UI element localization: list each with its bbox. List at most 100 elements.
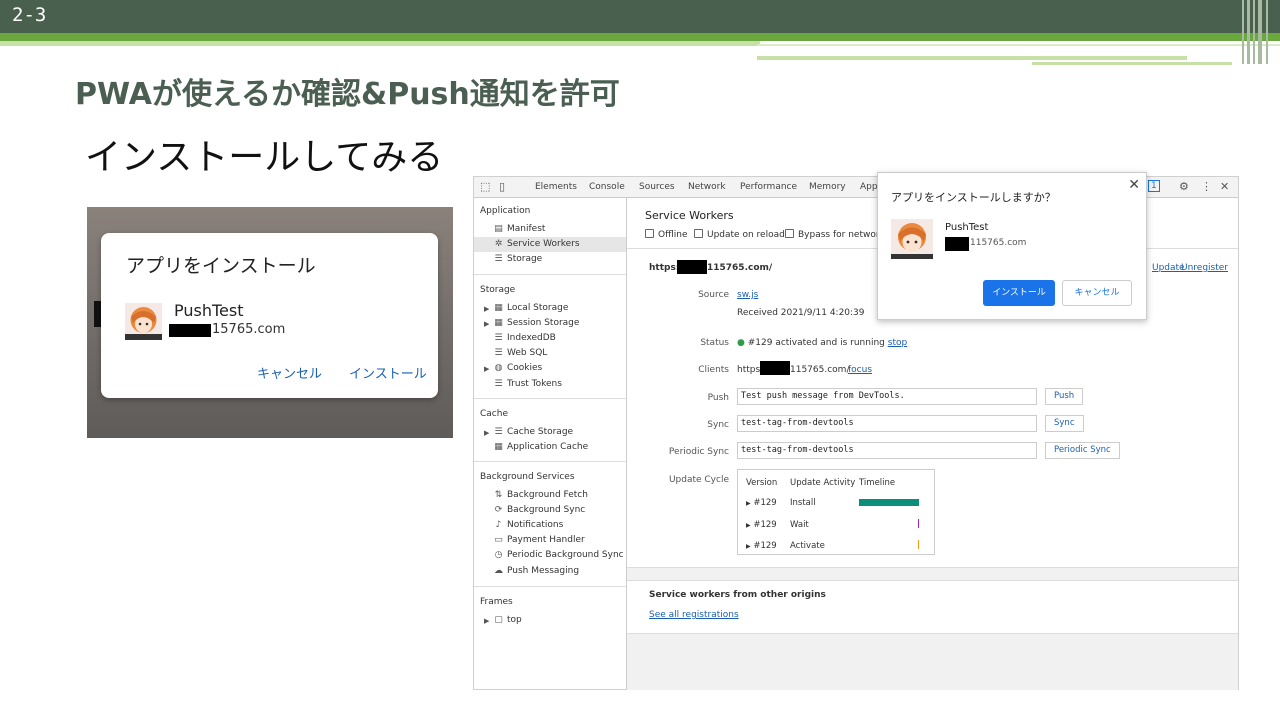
cloud-icon: ☁	[494, 566, 503, 576]
sync-label: Sync	[707, 420, 729, 430]
push-button[interactable]: Push	[1045, 388, 1084, 405]
sidebar-item-trust-tokens[interactable]: ☰ Trust Tokens	[493, 379, 562, 389]
source-link[interactable]: sw.js	[737, 290, 758, 300]
sync-input[interactable]: test-tag-from-devtools	[737, 415, 1037, 432]
clock-icon: ◷	[494, 550, 503, 560]
sidebar-item-service-workers[interactable]: ✲ Service Workers	[493, 239, 580, 249]
sidebar-item-storage[interactable]: ☰ Storage	[493, 254, 542, 264]
slide-light-stripe	[0, 41, 760, 46]
table-row[interactable]: ▶ #129	[746, 541, 777, 551]
push-input[interactable]: Test push message from DevTools.	[737, 388, 1037, 405]
android-screenshot: アプリをインストール PushTest 15765.com キャンセル インスト…	[87, 207, 453, 438]
clients-label: Clients	[698, 365, 729, 375]
sidebar-item-local-storage[interactable]: ▦ Local Storage	[493, 303, 568, 313]
expand-arrow-icon[interactable]: ▶	[484, 429, 489, 437]
table-row[interactable]: ▶ #129	[746, 498, 777, 508]
sidebar-item-session-storage[interactable]: ▦ Session Storage	[493, 318, 579, 328]
database-icon: ☰	[494, 333, 503, 343]
see-all-registrations-link[interactable]: See all registrations	[649, 610, 739, 620]
popup-app-name: PushTest	[945, 222, 989, 233]
slide-number: 2-3	[12, 4, 47, 26]
bypass-for-network-checkbox[interactable]: Bypass for network	[785, 229, 885, 240]
uc-activity-wait: Wait	[790, 520, 809, 530]
sidebar-item-background-fetch[interactable]: ⇅ Background Fetch	[493, 490, 588, 500]
focus-link[interactable]: focus	[848, 365, 872, 375]
sidebar-section-background-services: Background Services	[480, 472, 575, 482]
sidebar-item-web-sql[interactable]: ☰ Web SQL	[493, 348, 547, 358]
sidebar-section-storage: Storage	[480, 285, 516, 295]
push-label: Push	[707, 393, 729, 403]
tab-elements[interactable]: Elements	[535, 182, 577, 192]
inspect-element-icon[interactable]: ⬚	[480, 180, 490, 193]
tab-network[interactable]: Network	[688, 182, 726, 192]
gear-icon: ✲	[494, 239, 503, 249]
database-icon: ☰	[494, 427, 503, 437]
sidebar-item-push-messaging[interactable]: ☁ Push Messaging	[493, 566, 579, 576]
stop-link[interactable]: stop	[888, 338, 907, 348]
expand-arrow-icon: ▶	[746, 500, 751, 507]
application-sidebar: Application ▤ Manifest ✲ Service Workers ☰…	[474, 198, 627, 689]
periodic-sync-button[interactable]: Periodic Sync	[1045, 442, 1120, 459]
chrome-install-popup: アプリをインストールしますか？ ✕ PushTest 115765.com イン…	[877, 172, 1147, 320]
arrows-updown-icon: ⇅	[494, 490, 503, 500]
tab-sources[interactable]: Sources	[639, 182, 675, 192]
grid-icon: ▦	[494, 303, 503, 313]
android-install-button[interactable]: インストール	[349, 363, 427, 382]
sidebar-divider	[474, 274, 626, 275]
sidebar-item-cache-storage[interactable]: ☰ Cache Storage	[493, 427, 573, 437]
worker-origin-prefix: https:	[649, 263, 680, 273]
install-button[interactable]: インストール	[983, 280, 1055, 306]
unregister-link[interactable]: Unregister	[1181, 263, 1228, 273]
settings-gear-icon[interactable]: ⚙	[1179, 180, 1189, 193]
sidebar-section-frames: Frames	[480, 597, 513, 607]
sidebar-item-notifications[interactable]: ♪ Notifications	[493, 520, 564, 530]
other-origins-header: Service workers from other origins	[649, 590, 826, 600]
timeline-bar-install	[859, 499, 919, 506]
sidebar-item-payment-handler[interactable]: ▭ Payment Handler	[493, 535, 584, 545]
sidebar-item-cookies[interactable]: ◍ Cookies	[493, 363, 543, 373]
offline-checkbox[interactable]: Offline	[645, 229, 688, 240]
expand-arrow-icon[interactable]: ▶	[484, 305, 489, 313]
cancel-button[interactable]: キャンセル	[1062, 280, 1132, 306]
popup-title: アプリをインストールしますか？	[891, 191, 1056, 204]
sidebar-item-application-cache[interactable]: ▦ Application Cache	[493, 442, 588, 452]
sidebar-section-application: Application	[480, 206, 531, 216]
expand-arrow-icon[interactable]: ▶	[484, 320, 489, 328]
sync-button[interactable]: Sync	[1045, 415, 1084, 432]
update-on-reload-checkbox[interactable]: Update on reload	[694, 229, 785, 240]
update-link[interactable]: Update	[1152, 263, 1185, 273]
tab-console[interactable]: Console	[589, 182, 625, 192]
close-icon[interactable]: ✕	[1128, 177, 1140, 193]
issues-badge[interactable]: 1	[1148, 180, 1160, 192]
expand-arrow-icon[interactable]: ▶	[484, 617, 489, 625]
timeline-bar-activate	[918, 540, 919, 549]
tab-performance[interactable]: Performance	[740, 182, 797, 192]
device-toolbar-icon[interactable]: ▯	[499, 180, 505, 193]
table-row[interactable]: ▶ #129	[746, 520, 777, 530]
sidebar-section-cache: Cache	[480, 409, 508, 419]
slide-light-stripe-4	[1032, 62, 1232, 65]
pane-separator	[627, 567, 1238, 581]
periodic-sync-input[interactable]: test-tag-from-devtools	[737, 442, 1037, 459]
redaction-bar	[760, 361, 790, 375]
sidebar-item-periodic-background-sync[interactable]: ◷ Periodic Background Sync	[493, 550, 624, 560]
periodic-sync-label: Periodic Sync	[668, 447, 729, 457]
sidebar-item-indexeddb[interactable]: ☰ IndexedDB	[493, 333, 555, 343]
sidebar-item-manifest[interactable]: ▤ Manifest	[493, 224, 545, 234]
grid-icon: ▦	[494, 318, 503, 328]
android-cancel-button[interactable]: キャンセル	[257, 363, 322, 382]
status-dot-icon: ●	[737, 338, 745, 348]
tab-memory[interactable]: Memory	[809, 182, 846, 192]
sidebar-divider	[474, 398, 626, 399]
frame-icon: ▢	[494, 615, 503, 625]
redaction-bar	[945, 237, 969, 251]
update-cycle-label: Update Cycle	[668, 475, 729, 485]
close-devtools-icon[interactable]: ✕	[1220, 180, 1229, 193]
sidebar-item-background-sync[interactable]: ⟳ Background Sync	[493, 505, 586, 515]
expand-arrow-icon[interactable]: ▶	[484, 365, 489, 373]
sidebar-divider	[474, 586, 626, 587]
pane-empty-area	[627, 633, 1238, 690]
status-value: ● #129 activated and is running stop	[737, 338, 908, 348]
sidebar-item-frame-top[interactable]: ▢ top	[493, 615, 522, 625]
more-options-icon[interactable]: ⋮	[1201, 180, 1212, 193]
